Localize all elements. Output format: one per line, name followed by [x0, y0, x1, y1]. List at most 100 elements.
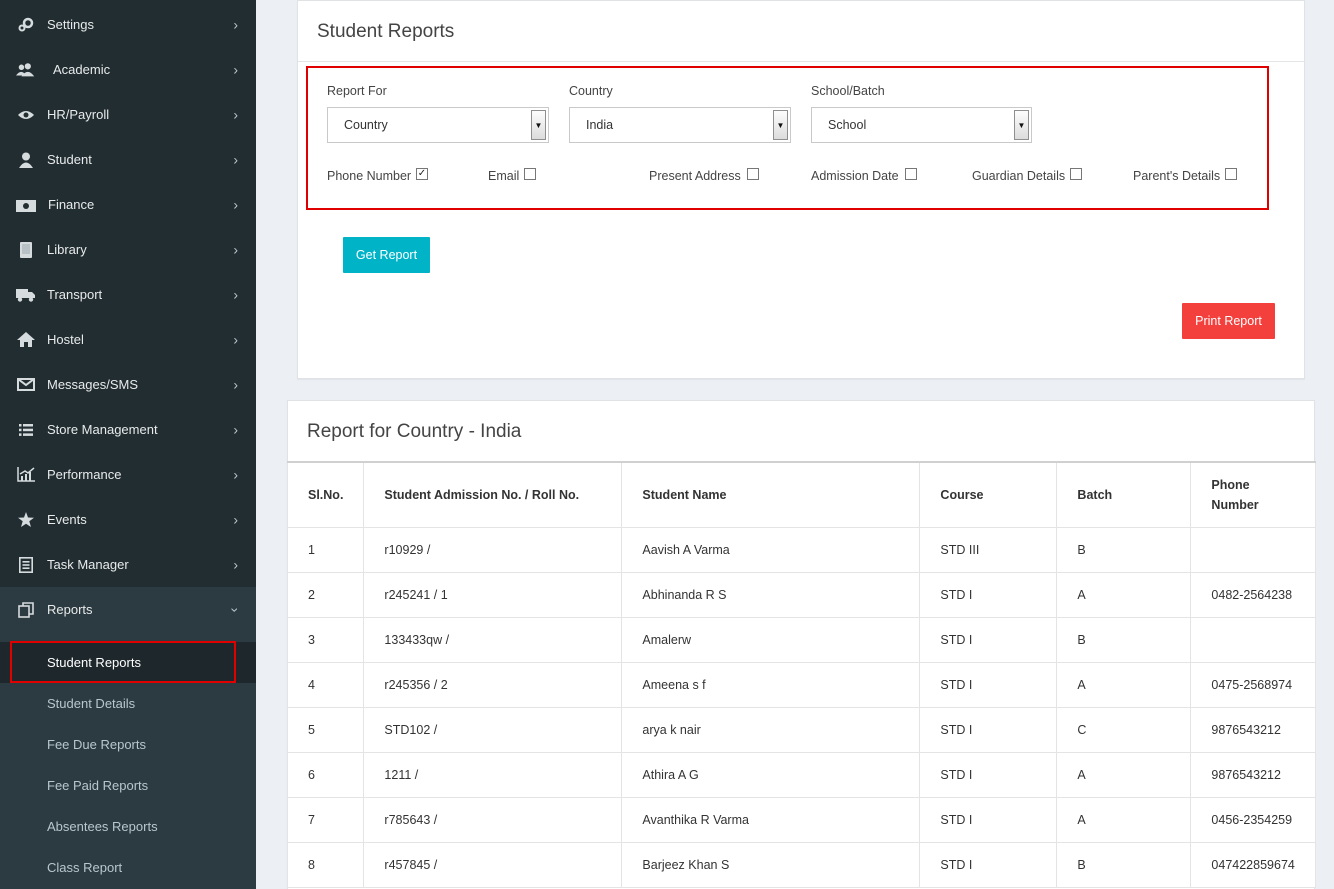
cell-phone: 0482-2564238	[1190, 571, 1317, 618]
sidebar-item-messages-sms[interactable]: Messages/SMS ›	[0, 362, 256, 407]
column-header: Course	[919, 461, 1058, 528]
cell-admission-no: r245241 / 1	[363, 571, 623, 618]
phone-number-checkbox[interactable]: ✓	[416, 168, 428, 180]
chevron-right-icon: ›	[233, 511, 238, 528]
cell-course: STD I	[919, 706, 1058, 753]
submenu-label: Student Details	[47, 696, 136, 711]
sidebar-item-student[interactable]: Student ›	[0, 137, 256, 182]
get-report-button[interactable]: Get Report	[343, 237, 430, 273]
submenu-label: Fee Paid Reports	[47, 778, 149, 793]
admission-date-checkbox[interactable]	[905, 168, 917, 180]
sidebar-item-label: Messages/SMS	[47, 377, 139, 392]
school-batch-select[interactable]: School ▼	[811, 107, 1032, 143]
cell-course: STD I	[919, 841, 1058, 888]
column-header: Student Name	[621, 461, 921, 528]
sidebar-item-finance[interactable]: Finance ›	[0, 182, 256, 227]
cell-admission-no: r10929 /	[363, 526, 623, 573]
cell-student-name: Aavish A Varma	[621, 526, 921, 573]
sidebar-item-settings[interactable]: Settings ›	[0, 2, 256, 47]
guardian-details-checkbox[interactable]	[1070, 168, 1082, 180]
chevron-right-icon: ›	[233, 151, 238, 168]
submenu-fee-due-reports[interactable]: Fee Due Reports	[0, 724, 256, 765]
chevron-right-icon: ›	[233, 331, 238, 348]
submenu-label: Fee Due Reports	[47, 737, 146, 752]
cell-sl-no: 6	[286, 751, 365, 798]
submenu-class-report[interactable]: Class Report	[0, 847, 256, 888]
chevron-right-icon: ›	[233, 16, 238, 33]
cell-course: STD I	[919, 751, 1058, 798]
cell-student-name: Barjeez Khan S	[621, 841, 921, 888]
print-report-button[interactable]: Print Report	[1182, 303, 1275, 339]
cell-sl-no: 8	[286, 841, 365, 888]
submenu-absentees-reports[interactable]: Absentees Reports	[0, 806, 256, 847]
sidebar-item-store-management[interactable]: Store Management ›	[0, 407, 256, 452]
chevron-right-icon: ›	[233, 241, 238, 258]
submenu-fee-paid-reports[interactable]: Fee Paid Reports	[0, 765, 256, 806]
chevron-right-icon: ›	[233, 286, 238, 303]
cell-student-name: Avanthika R Varma	[621, 796, 921, 843]
column-header: Phone Number	[1190, 461, 1317, 528]
report-table: Sl.No. Student Admission No. / Roll No. …	[286, 461, 1317, 888]
cell-admission-no: 1211 /	[363, 751, 623, 798]
sidebar-item-reports[interactable]: Reports ›	[0, 587, 256, 632]
cell-batch: B	[1056, 526, 1192, 573]
country-value: India	[586, 118, 614, 132]
divider	[298, 61, 1304, 62]
cell-phone	[1190, 526, 1317, 573]
cell-phone	[1190, 616, 1317, 663]
cell-admission-no: 133433qw /	[363, 616, 623, 663]
table-row: 8 r457845 / Barjeez Khan S STD I B 04742…	[286, 841, 1317, 888]
sidebar-item-label: Library	[47, 242, 87, 257]
cell-sl-no: 5	[286, 706, 365, 753]
cell-phone: 0475-2568974	[1190, 661, 1317, 708]
cell-phone: 047422859674	[1190, 841, 1317, 888]
dropdown-arrow-icon: ▼	[531, 110, 546, 140]
sidebar-item-label: Hostel	[47, 332, 84, 347]
sidebar-item-hostel[interactable]: Hostel ›	[0, 317, 256, 362]
chevron-right-icon: ›	[233, 466, 238, 483]
sidebar-item-transport[interactable]: Transport ›	[0, 272, 256, 317]
sidebar-item-label: Performance	[47, 467, 122, 482]
cell-course: STD I	[919, 796, 1058, 843]
cell-sl-no: 4	[286, 661, 365, 708]
report-for-select[interactable]: Country ▼	[327, 107, 549, 143]
cell-course: STD I	[919, 616, 1058, 663]
cell-phone: 9876543212	[1190, 706, 1317, 753]
chevron-right-icon: ›	[233, 556, 238, 573]
chart-icon	[16, 467, 36, 483]
cell-student-name: arya k nair	[621, 706, 921, 753]
sidebar-item-label: Reports	[47, 602, 93, 617]
cell-sl-no: 1	[286, 526, 365, 573]
sidebar-item-library[interactable]: Library ›	[0, 227, 256, 272]
star-icon	[16, 512, 36, 528]
cell-student-name: Ameena s f	[621, 661, 921, 708]
sidebar-item-label: Academic	[53, 62, 111, 77]
dropdown-arrow-icon: ▼	[773, 110, 788, 140]
envelope-icon	[16, 377, 36, 393]
sidebar-item-academic[interactable]: Academic ›	[0, 47, 256, 92]
chevron-right-icon: ›	[233, 106, 238, 123]
present-address-checkbox[interactable]	[747, 168, 759, 180]
book-icon	[16, 241, 36, 258]
column-header: Sl.No.	[286, 461, 365, 528]
table-row: 6 1211 / Athira A G STD I A 9876543212	[286, 751, 1317, 798]
cell-batch: B	[1056, 616, 1192, 663]
sidebar-item-label: Finance	[48, 197, 95, 212]
sidebar-item-events[interactable]: Events ›	[0, 497, 256, 542]
cell-batch: C	[1056, 706, 1192, 753]
users-icon	[16, 62, 36, 78]
sidebar-item-label: HR/Payroll	[47, 107, 110, 122]
email-checkbox[interactable]	[524, 168, 536, 180]
sidebar-item-hr-payroll[interactable]: HR/Payroll ›	[0, 92, 256, 137]
submenu-student-details[interactable]: Student Details	[0, 683, 256, 724]
sidebar-item-label: Events	[47, 512, 87, 527]
parents-details-checkbox[interactable]	[1225, 168, 1237, 180]
sidebar-item-performance[interactable]: Performance ›	[0, 452, 256, 497]
sidebar-item-task-manager[interactable]: Task Manager ›	[0, 542, 256, 587]
sidebar-item-label: Settings	[47, 17, 94, 32]
submenu-student-reports[interactable]: Student Reports	[0, 642, 256, 683]
cell-batch: B	[1056, 841, 1192, 888]
sidebar: Settings › Academic › HR/Payroll › Stude…	[0, 0, 256, 889]
table-row: 7 r785643 / Avanthika R Varma STD I A 04…	[286, 796, 1317, 843]
country-select[interactable]: India ▼	[569, 107, 791, 143]
